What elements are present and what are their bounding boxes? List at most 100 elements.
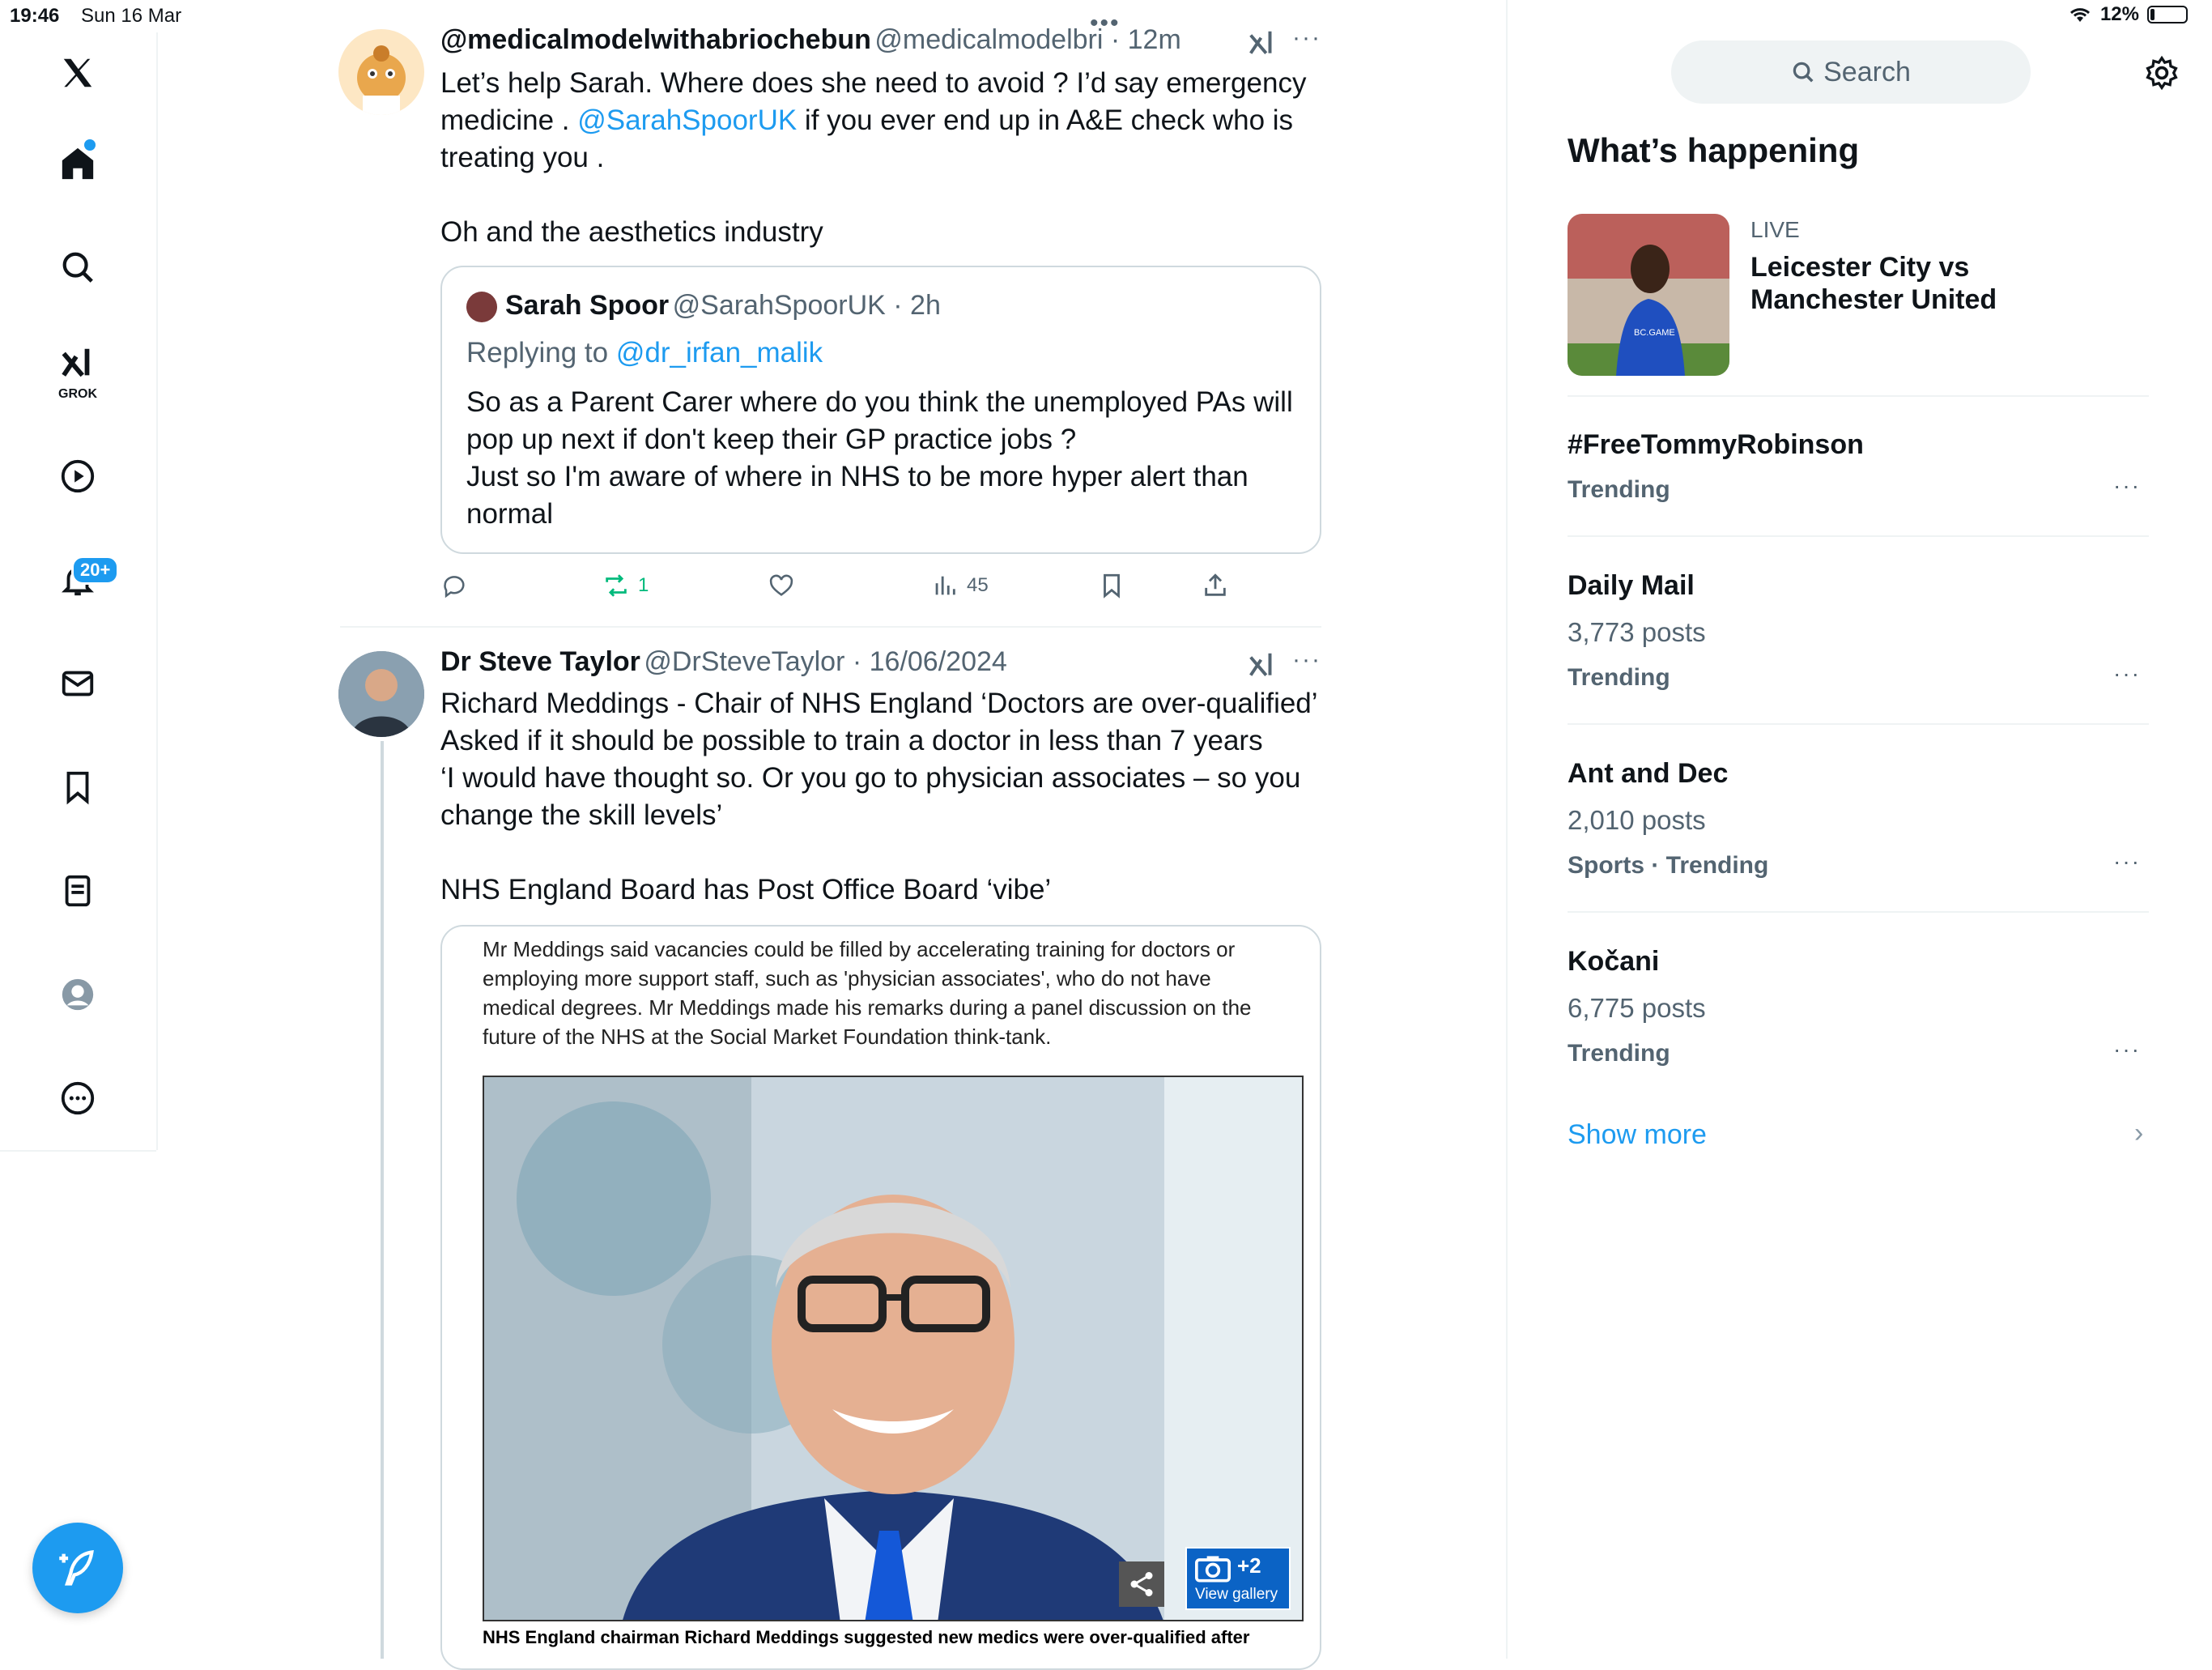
grok-label: GROK <box>58 387 97 401</box>
compose-button[interactable] <box>32 1523 123 1613</box>
wifi-icon <box>2069 8 2090 22</box>
avatar <box>466 292 497 322</box>
portrait-image <box>484 1077 1302 1620</box>
tweet-header: Dr Steve Taylor @DrSteveTaylor · 16/06/2… <box>440 646 1007 677</box>
avatar[interactable] <box>338 29 424 115</box>
tweet-line: Let’s help Sarah. Where does she need to… <box>440 67 1307 99</box>
home-icon[interactable] <box>39 125 117 202</box>
quote-header: Sarah Spoor @SarahSpoorUK · 2h <box>505 290 941 321</box>
trend-category: Trending <box>1568 476 1670 503</box>
trend-name[interactable]: #FreeTommyRobinson <box>1568 429 1864 461</box>
grok-explain-icon[interactable] <box>1247 650 1278 684</box>
bookmarks-icon[interactable] <box>39 748 117 826</box>
status-date: Sun 16 Mar <box>81 5 182 27</box>
retweet-button[interactable]: 1 <box>602 572 649 599</box>
photo-share-button[interactable] <box>1119 1561 1164 1607</box>
live-title-line: Manchester United <box>1750 284 1997 315</box>
bookmark-icon <box>1104 573 1120 599</box>
trend-divider <box>1568 395 2149 397</box>
status-right: 12% <box>2068 3 2188 26</box>
tweet-line: medicine . @SarahSpoorUK if you ever end… <box>440 104 1294 136</box>
search-icon <box>1793 62 1814 83</box>
mention-link[interactable]: @SarahSpoorUK <box>577 104 797 136</box>
tweet-time[interactable]: 16/06/2024 <box>870 646 1007 677</box>
quote-line: normal <box>466 498 553 530</box>
live-event-title[interactable]: Leicester City vs Manchester United <box>1750 251 1997 316</box>
trend-more-icon[interactable]: ··· <box>2113 849 2141 875</box>
settings-button[interactable] <box>2144 55 2180 95</box>
home-unread-dot <box>84 139 96 151</box>
share-button[interactable] <box>1202 572 1229 599</box>
lists-icon[interactable] <box>39 852 117 930</box>
tweet-line: ‘I would have thought so. Or you go to p… <box>440 762 1301 794</box>
trend-name[interactable]: Ant and Dec <box>1568 758 1728 790</box>
trend-more-icon[interactable]: ··· <box>2113 1037 2141 1063</box>
more-options-icon[interactable] <box>39 1059 117 1137</box>
trend-more-icon[interactable]: ··· <box>2113 661 2141 687</box>
live-event-thumbnail[interactable]: BC.GAME <box>1568 214 1729 376</box>
tweet-time[interactable]: 12m <box>1128 24 1181 55</box>
thread-line <box>381 741 384 1659</box>
quote-line: Just so I'm aware of where in NHS to be … <box>466 461 1249 492</box>
caption-line: Mr Meddings said vacancies could be fill… <box>483 937 1236 961</box>
trend-posts: 3,773 posts <box>1568 617 1706 647</box>
battery-percent: 12% <box>2099 3 2139 25</box>
caption-line: employing more support staff, such as 'p… <box>483 966 1211 990</box>
caption-line: future of the NHS at the Social Market F… <box>483 1025 1052 1049</box>
quote-line: So as a Parent Carer where do you think … <box>466 386 1293 418</box>
search-icon[interactable] <box>39 228 117 306</box>
show-more-link[interactable]: Show more <box>1568 1119 1707 1151</box>
tweet-author-name[interactable]: @medicalmodelwithabriochebun <box>440 24 871 55</box>
reply-icon <box>444 576 465 599</box>
x-logo-icon[interactable] <box>39 34 117 112</box>
tweet-body: Let’s help Sarah. Where does she need to… <box>440 65 1323 251</box>
like-button[interactable] <box>768 572 795 599</box>
trend-more-icon[interactable]: ··· <box>2113 473 2141 499</box>
trend-category: Sports · Trending <box>1568 852 1769 879</box>
battery-icon <box>2147 6 2188 23</box>
search-input[interactable]: Search <box>1671 40 2031 104</box>
quoted-tweet[interactable]: Sarah Spoor @SarahSpoorUK · 2h Replying … <box>440 266 1321 554</box>
trend-name[interactable]: Daily Mail <box>1568 570 1695 602</box>
live-label: LIVE <box>1750 217 1800 242</box>
trend-name[interactable]: Kočani <box>1568 946 1659 978</box>
trend-divider <box>1568 911 2149 913</box>
tweet-line: Richard Meddings - Chair of NHS England … <box>440 688 1318 719</box>
share-nodes-icon <box>1130 1572 1153 1596</box>
trend-category: Trending <box>1568 1040 1670 1067</box>
gallery-count: +2 <box>1237 1553 1261 1578</box>
media-caption: Mr Meddings said vacancies could be fill… <box>483 935 1292 1051</box>
trend-divider <box>1568 723 2149 725</box>
tweet-line: change the skill levels’ <box>440 799 723 831</box>
tweet-author-name[interactable]: Dr Steve Taylor <box>440 646 640 677</box>
compose-feather-icon <box>59 1549 94 1586</box>
replying-to: Replying to @dr_irfan_malik <box>466 337 823 369</box>
notifications-badge: 20+ <box>71 556 120 585</box>
grok-explain-icon[interactable] <box>1247 28 1278 62</box>
messages-icon[interactable] <box>39 645 117 722</box>
tweet-more-icon[interactable]: ··· <box>1292 24 1321 52</box>
tweet-line: Oh and the aesthetics industry <box>440 216 823 248</box>
reply-button[interactable] <box>440 572 468 599</box>
tweet-line: Asked if it should be possible to train … <box>440 725 1263 756</box>
column-divider <box>1506 0 1508 1659</box>
profile-icon[interactable] <box>39 956 117 1033</box>
bookmark-button[interactable] <box>1098 572 1125 599</box>
views-button[interactable]: 45 <box>931 572 989 599</box>
tweet-media[interactable]: Mr Meddings said vacancies could be fill… <box>440 925 1321 1670</box>
views-icon <box>935 576 955 595</box>
heart-icon <box>769 574 793 596</box>
trend-posts: 6,775 posts <box>1568 993 1706 1023</box>
replying-to-link[interactable]: @dr_irfan_malik <box>616 337 823 369</box>
view-gallery-button[interactable]: +2 View gallery <box>1185 1547 1291 1610</box>
quote-author-handle: @SarahSpoorUK <box>672 290 886 321</box>
caption-line: medical degrees. Mr Meddings made his re… <box>483 995 1252 1020</box>
status-time: 19:46 <box>10 5 60 27</box>
tweet-author-handle[interactable]: @DrSteveTaylor <box>644 646 844 677</box>
tweet-more-icon[interactable]: ··· <box>1292 646 1321 674</box>
video-icon[interactable] <box>39 437 117 515</box>
avatar[interactable] <box>338 651 424 737</box>
tweet-author-handle[interactable]: @medicalmodelbri <box>874 24 1103 55</box>
news-photo[interactable]: +2 View gallery <box>483 1076 1304 1621</box>
chevron-right-icon: › <box>2134 1118 2144 1148</box>
